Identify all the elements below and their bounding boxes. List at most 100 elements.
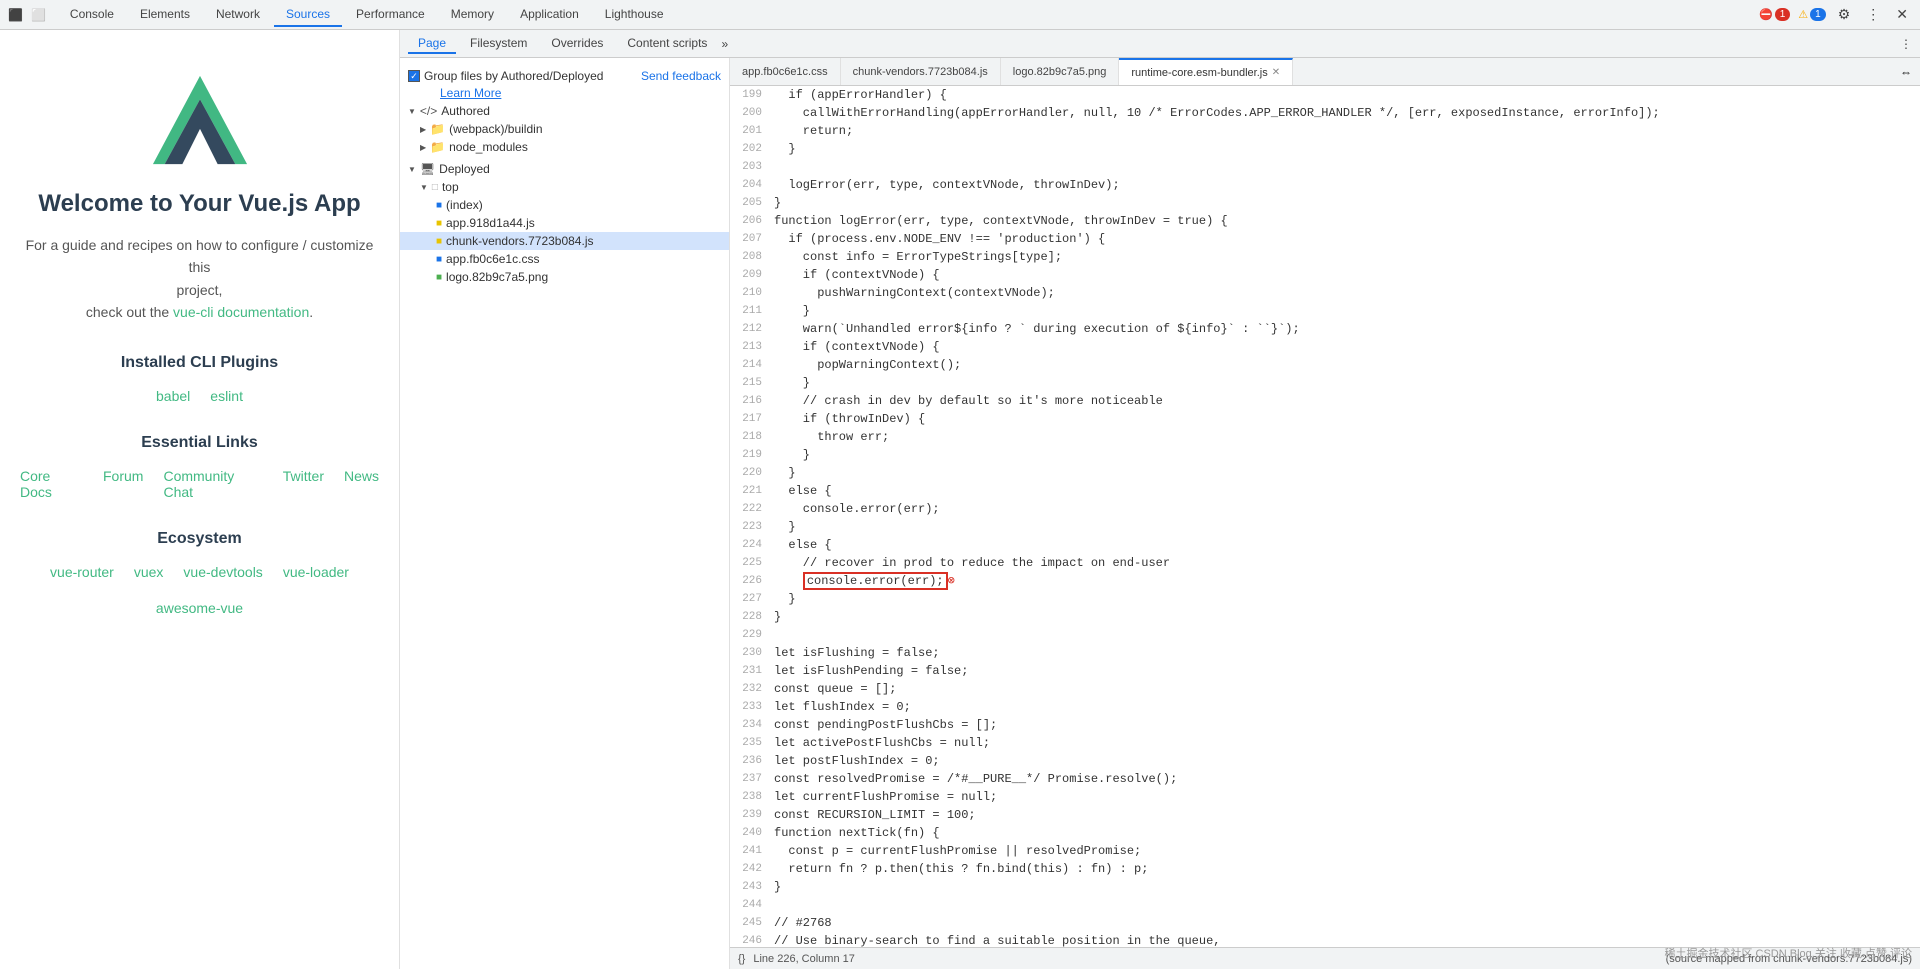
more-options-icon[interactable]: ⋮ (1862, 4, 1884, 25)
line-content: const queue = []; (770, 680, 1920, 698)
learn-more-link[interactable]: Learn More (440, 86, 501, 100)
line-number: 206 (730, 212, 770, 230)
line-number: 212 (730, 320, 770, 338)
forum-link[interactable]: Forum (103, 468, 143, 500)
code-content[interactable]: 199 if (appErrorHandler) {200 callWithEr… (730, 86, 1920, 947)
subtab-page[interactable]: Page (408, 34, 456, 54)
tab-lighthouse[interactable]: Lighthouse (593, 3, 676, 27)
line-content: console.error(err);⊗ (770, 572, 1920, 590)
babel-link[interactable]: babel (156, 388, 190, 404)
code-line: 244 (730, 896, 1920, 914)
line-number: 229 (730, 626, 770, 644)
line-content: else { (770, 536, 1920, 554)
node-modules-folder[interactable]: 📁 node_modules (400, 138, 729, 156)
news-link[interactable]: News (344, 468, 379, 500)
vue-devtools-link[interactable]: vue-devtools (183, 564, 262, 580)
line-number: 230 (730, 644, 770, 662)
code-line: 206function logError(err, type, contextV… (730, 212, 1920, 230)
send-feedback-link[interactable]: Send feedback (641, 69, 721, 83)
essential-links-title: Essential Links (141, 434, 258, 452)
code-line: 200 callWithErrorHandling(appErrorHandle… (730, 104, 1920, 122)
file-index[interactable]: ■ (index) (400, 196, 729, 214)
logo-png-icon: ■ (436, 272, 442, 283)
webpack-folder[interactable]: 📁 (webpack)/buildin (400, 120, 729, 138)
code-editor: app.fb0c6e1c.css chunk-vendors.7723b084.… (730, 58, 1920, 969)
line-content: } (770, 878, 1920, 896)
code-line: 222 console.error(err); (730, 500, 1920, 518)
code-line: 202 } (730, 140, 1920, 158)
subtab-filesystem[interactable]: Filesystem (460, 34, 537, 54)
file-app-js[interactable]: ■ app.918d1a44.js (400, 214, 729, 232)
editor-expand-icon[interactable]: ⇔ (1892, 65, 1920, 79)
sources-subtabs: Page Filesystem Overrides Content script… (400, 30, 1920, 58)
editor-tab-runtime-core[interactable]: runtime-core.esm-bundler.js ✕ (1119, 58, 1293, 85)
file-logo-png-label: logo.82b9c7a5.png (446, 270, 548, 284)
community-chat-link[interactable]: Community Chat (163, 468, 262, 500)
editor-tab-logo[interactable]: logo.82b9c7a5.png (1001, 58, 1120, 85)
line-content: } (770, 374, 1920, 392)
warning-count: 1 (1810, 8, 1826, 21)
line-number: 222 (730, 500, 770, 518)
vue-logo (140, 70, 260, 170)
tab-sources[interactable]: Sources (274, 3, 342, 27)
authored-toggle (408, 107, 416, 116)
code-line: 227 } (730, 590, 1920, 608)
tab-memory[interactable]: Memory (439, 3, 506, 27)
file-app-css[interactable]: ■ app.fb0c6e1c.css (400, 250, 729, 268)
core-docs-link[interactable]: Core Docs (20, 468, 83, 500)
plugin-links: babel eslint (156, 388, 243, 404)
line-content: function nextTick(fn) { (770, 824, 1920, 842)
code-line: 228} (730, 608, 1920, 626)
dock-icon2[interactable]: ⬜ (31, 8, 46, 22)
line-number: 213 (730, 338, 770, 356)
authored-root[interactable]: </> Authored (400, 102, 729, 120)
code-line: 226 console.error(err);⊗ (730, 572, 1920, 590)
close-icon[interactable]: ✕ (1892, 4, 1912, 25)
line-number: 227 (730, 590, 770, 608)
line-number: 239 (730, 806, 770, 824)
subtab-overrides[interactable]: Overrides (541, 34, 613, 54)
editor-tab-chunk-vendors[interactable]: chunk-vendors.7723b084.js (841, 58, 1001, 85)
vue-router-link[interactable]: vue-router (50, 564, 114, 580)
code-line: 241 const p = currentFlushPromise || res… (730, 842, 1920, 860)
essential-links: Core Docs Forum Community Chat Twitter N… (20, 468, 379, 500)
file-chunk-vendors[interactable]: ■ chunk-vendors.7723b084.js (400, 232, 729, 250)
line-content: } (770, 464, 1920, 482)
awesome-vue-link[interactable]: awesome-vue (156, 600, 243, 616)
code-line: 229 (730, 626, 1920, 644)
subtab-action-icon[interactable]: ⋮ (1900, 37, 1912, 51)
editor-tab-close-icon[interactable]: ✕ (1272, 67, 1280, 78)
settings-icon[interactable]: ⚙ (1834, 4, 1855, 25)
vuex-link[interactable]: vuex (134, 564, 164, 580)
group-files-checkbox[interactable]: ✓ (408, 70, 420, 82)
deployed-root[interactable]: 🖥 Deployed (400, 160, 729, 178)
dock-icon[interactable]: ⬛ (8, 8, 23, 22)
tab-application[interactable]: Application (508, 3, 591, 27)
line-content: const pendingPostFlushCbs = []; (770, 716, 1920, 734)
main-area: Welcome to Your Vue.js App For a guide a… (0, 30, 1920, 969)
top-folder[interactable]: □ top (400, 178, 729, 196)
line-number: 204 (730, 176, 770, 194)
tab-network[interactable]: Network (204, 3, 272, 27)
vue-cli-doc-link[interactable]: vue-cli documentation (173, 304, 309, 320)
tab-performance[interactable]: Performance (344, 3, 437, 27)
editor-tab-app-css[interactable]: app.fb0c6e1c.css (730, 58, 841, 85)
vue-loader-link[interactable]: vue-loader (283, 564, 349, 580)
statusbar-left: {} (738, 953, 745, 965)
twitter-link[interactable]: Twitter (283, 468, 324, 500)
line-content: // Use binary-search to find a suitable … (770, 932, 1920, 947)
code-line: 219 } (730, 446, 1920, 464)
tab-elements[interactable]: Elements (128, 3, 202, 27)
subtab-more-icon[interactable]: » (721, 37, 728, 51)
line-content: if (throwInDev) { (770, 410, 1920, 428)
tab-console[interactable]: Console (58, 3, 126, 27)
line-number: 224 (730, 536, 770, 554)
line-content: const RECURSION_LIMIT = 100; (770, 806, 1920, 824)
subtab-content-scripts[interactable]: Content scripts (617, 34, 717, 54)
eslint-link[interactable]: eslint (210, 388, 243, 404)
vue-description: For a guide and recipes on how to config… (20, 234, 379, 324)
code-line: 205} (730, 194, 1920, 212)
file-logo-png[interactable]: ■ logo.82b9c7a5.png (400, 268, 729, 286)
line-number: 234 (730, 716, 770, 734)
code-line: 243} (730, 878, 1920, 896)
